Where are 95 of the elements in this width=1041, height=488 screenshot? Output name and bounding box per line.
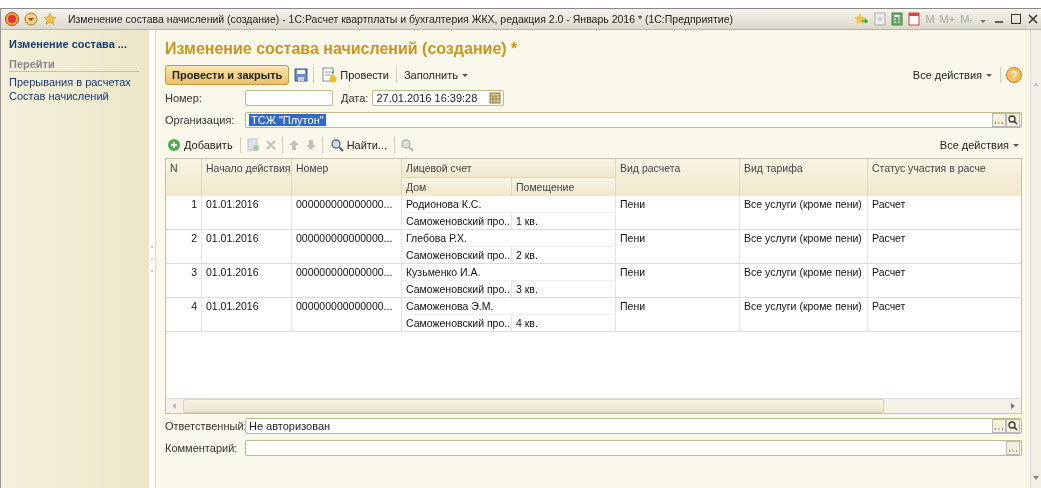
all-actions-dropdown[interactable]: Все действия — [910, 68, 995, 82]
calendar-icon[interactable] — [489, 92, 502, 104]
close-icon[interactable] — [1027, 12, 1039, 26]
ellipsis-icon[interactable] — [1006, 441, 1020, 455]
column-header: Помещение — [512, 177, 616, 196]
delete-icon[interactable] — [264, 139, 277, 151]
responsible-field[interactable]: Не авторизован — [245, 418, 1022, 434]
table-cell[interactable]: Все услуги (кроме пени) — [740, 264, 868, 298]
splitter-grip-icon[interactable] — [150, 244, 154, 274]
form-title: Изменение состава начислений (создание) * — [165, 40, 519, 58]
table-cell[interactable]: Расчет — [868, 230, 1021, 264]
table-cell[interactable]: Все услуги (кроме пени) — [740, 230, 868, 264]
table-cell[interactable]: 3 кв. — [512, 281, 616, 298]
plus-circle-icon — [167, 138, 181, 152]
sidebar-link[interactable]: Прерывания в расчетах — [9, 75, 149, 89]
number-field[interactable] — [245, 90, 333, 106]
table-cell[interactable]: Все услуги (кроме пени) — [740, 196, 868, 230]
table-cell[interactable]: 2 кв. — [512, 247, 616, 264]
vertical-scrollbar[interactable] — [1030, 30, 1041, 488]
all-actions-dropdown[interactable]: Все действия — [937, 138, 1022, 152]
field-label: Организация: — [165, 114, 236, 126]
post-and-close-button[interactable]: Провести и закрыть — [165, 65, 290, 85]
column-header: Дом — [402, 177, 512, 196]
column-header: Лицевой счет — [402, 159, 616, 177]
table-cell[interactable]: Расчет — [868, 264, 1021, 298]
logo-icon[interactable] — [5, 12, 19, 26]
field-label: Дата: — [341, 92, 369, 104]
scrollbar-thumb[interactable] — [183, 399, 884, 413]
find-button[interactable]: Найти... — [327, 137, 390, 153]
table-cell[interactable]: 000000000000000... — [292, 298, 402, 332]
table-cell[interactable]: 1 кв. — [512, 213, 616, 230]
organization-field[interactable]: ТСЖ "Плутон" — [245, 112, 1022, 128]
copy-icon[interactable] — [245, 138, 260, 152]
comment-field[interactable] — [245, 440, 1022, 456]
add-button[interactable]: Добавить — [165, 137, 235, 153]
field-label: Номер: — [165, 92, 203, 104]
column-header: Номер — [292, 159, 402, 196]
table-cell[interactable]: Расчет — [868, 196, 1021, 230]
table-cell[interactable]: 1 — [166, 196, 202, 230]
calculator-icon[interactable] — [891, 12, 904, 26]
star-icon[interactable] — [43, 12, 57, 26]
caret-icon — [461, 71, 469, 79]
table-cell[interactable]: 01.01.2016 — [202, 298, 292, 332]
table-cell[interactable]: 2 — [166, 230, 202, 264]
table-cell[interactable]: 000000000000000... — [292, 196, 402, 230]
column-header: Вид тарифа — [740, 159, 868, 196]
table-cell[interactable]: 4 кв. — [512, 315, 616, 332]
table-cell[interactable]: Пени — [616, 264, 740, 298]
table-cell[interactable]: Пени — [616, 298, 740, 332]
column-header: Вид расчета — [616, 159, 740, 196]
bookmark-icon[interactable] — [874, 12, 887, 26]
table-cell[interactable]: Родионова К.С. — [402, 196, 616, 213]
star-arrow-icon[interactable] — [853, 12, 870, 26]
date-field[interactable]: 27.01.2016 16:39:28 — [372, 90, 505, 106]
table-cell[interactable]: Кузьменко И.А. — [402, 264, 616, 281]
column-header: Начало действия — [202, 159, 292, 196]
table-cell[interactable]: Глебова Р.Х. — [402, 230, 616, 247]
field-label: Комментарий: — [165, 442, 239, 454]
column-header: N — [166, 159, 202, 196]
table-cell[interactable]: Пени — [616, 196, 740, 230]
fill-dropdown[interactable]: Заполнить — [401, 68, 471, 82]
scroll-up-icon[interactable] — [1032, 80, 1040, 88]
scroll-down-icon[interactable] — [1032, 474, 1040, 482]
table-cell[interactable]: 01.01.2016 — [202, 264, 292, 298]
window-title: Изменение состава начислений (создание) - 1С:Расчет квартплаты и бухгалтерия ЖКХ, редакция 2.0 - Январь 2016 * (1С:Предприятие) — [68, 13, 733, 25]
table-cell[interactable]: 01.01.2016 — [202, 196, 292, 230]
table-cell[interactable]: Все услуги (кроме пени) — [740, 298, 868, 332]
sidebar-section: Перейти — [9, 58, 139, 72]
calendar-icon[interactable] — [908, 12, 921, 26]
table-cell[interactable]: 3 — [166, 264, 202, 298]
document-post-icon — [321, 67, 338, 83]
horizontal-scrollbar[interactable] — [166, 398, 1021, 413]
post-button[interactable]: Провести — [319, 66, 391, 84]
table-cell[interactable]: Саможенова Э.М. — [402, 298, 616, 315]
caret-icon — [985, 71, 993, 79]
table-cell[interactable]: 01.01.2016 — [202, 230, 292, 264]
sidebar-link[interactable]: Состав начислений — [9, 89, 149, 103]
search-icon[interactable] — [1006, 113, 1020, 127]
table-cell[interactable]: Расчет — [868, 298, 1021, 332]
field-label: Ответственный: — [165, 420, 245, 432]
clear-search-icon[interactable] — [400, 138, 415, 152]
search-icon — [329, 138, 344, 152]
sidebar-title: Изменение состава ... — [9, 38, 128, 50]
table-cell[interactable]: Пени — [616, 230, 740, 264]
column-header: Статус участия в расче — [868, 159, 1021, 196]
dropdown-icon[interactable] — [24, 12, 38, 26]
arrow-up-icon[interactable] — [287, 139, 300, 151]
arrow-down-icon[interactable] — [304, 139, 317, 151]
table-cell[interactable]: 4 — [166, 298, 202, 332]
caret-icon — [1012, 141, 1020, 149]
search-icon[interactable] — [1006, 419, 1020, 433]
save-icon[interactable] — [294, 68, 309, 82]
maximize-icon[interactable] — [1010, 12, 1022, 26]
table-cell[interactable]: 000000000000000... — [292, 264, 402, 298]
table-cell[interactable]: 000000000000000... — [292, 230, 402, 264]
